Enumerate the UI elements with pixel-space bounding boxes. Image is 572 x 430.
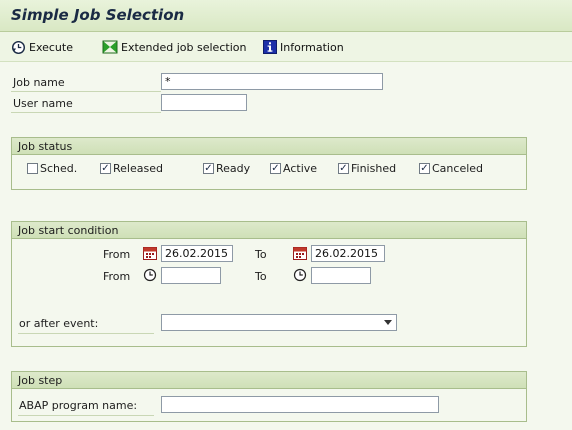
divider bbox=[11, 91, 161, 92]
calendar-icon[interactable] bbox=[293, 246, 307, 260]
title-bar: Simple Job Selection bbox=[0, 0, 572, 32]
finished-checkbox[interactable]: ✓ Finished bbox=[338, 162, 396, 175]
abap-program-name-input[interactable] bbox=[161, 396, 439, 413]
job-status-group: Job status Sched. ✓ Released ✓ Ready ✓ A… bbox=[11, 137, 527, 190]
information-label: Information bbox=[280, 40, 344, 54]
information-icon bbox=[263, 40, 277, 54]
execute-clock-icon bbox=[11, 40, 26, 54]
chevron-down-icon bbox=[384, 320, 392, 325]
canceled-checkbox[interactable]: ✓ Canceled bbox=[419, 162, 483, 175]
page-title: Simple Job Selection bbox=[11, 6, 185, 24]
extended-selection-icon bbox=[102, 40, 118, 54]
event-label: or after event: bbox=[19, 317, 99, 330]
checkmark-icon: ✓ bbox=[100, 162, 111, 174]
job-start-condition-header: Job start condition bbox=[12, 222, 526, 239]
checkbox-box bbox=[27, 163, 38, 174]
from-time-input[interactable] bbox=[161, 267, 221, 284]
job-status-header: Job status bbox=[12, 138, 526, 155]
finished-label: Finished bbox=[351, 162, 397, 175]
extended-job-selection-label: Extended job selection bbox=[121, 40, 247, 54]
checkmark-icon: ✓ bbox=[203, 162, 214, 174]
abap-program-name-label: ABAP program name: bbox=[19, 399, 138, 412]
to-time-label: To bbox=[255, 270, 267, 283]
divider bbox=[18, 415, 154, 416]
execute-label: Execute bbox=[29, 40, 73, 54]
user-name-label: User name bbox=[13, 97, 73, 110]
job-name-label: Job name bbox=[13, 76, 65, 89]
sched-checkbox[interactable]: Sched. bbox=[27, 162, 77, 175]
sched-label: Sched. bbox=[40, 162, 78, 175]
from-date-input[interactable]: 26.02.2015 bbox=[161, 245, 233, 262]
from-date-label: From bbox=[103, 248, 131, 261]
to-date-input[interactable]: 26.02.2015 bbox=[311, 245, 385, 262]
selection-screen: Job name * User name Job status Sched. ✓… bbox=[0, 62, 572, 430]
clock-icon[interactable] bbox=[143, 268, 157, 282]
calendar-icon[interactable] bbox=[143, 246, 157, 260]
application-toolbar: Execute Extended job selection Informati… bbox=[0, 32, 572, 62]
to-time-input[interactable] bbox=[311, 267, 371, 284]
information-button[interactable]: Information bbox=[263, 38, 344, 56]
clock-icon[interactable] bbox=[293, 268, 307, 282]
user-name-input[interactable] bbox=[161, 94, 247, 111]
extended-job-selection-button[interactable]: Extended job selection bbox=[102, 38, 246, 56]
released-label: Released bbox=[113, 162, 163, 175]
ready-checkbox[interactable]: ✓ Ready bbox=[203, 162, 250, 175]
active-checkbox[interactable]: ✓ Active bbox=[270, 162, 317, 175]
checkmark-icon: ✓ bbox=[419, 162, 430, 174]
divider bbox=[18, 333, 154, 334]
divider bbox=[11, 112, 161, 113]
released-checkbox[interactable]: ✓ Released bbox=[100, 162, 163, 175]
job-start-condition-group: Job start condition From 26.02.2015 To 2… bbox=[11, 221, 527, 347]
checkmark-icon: ✓ bbox=[270, 162, 281, 174]
job-step-group: Job step ABAP program name: bbox=[11, 371, 527, 422]
checkmark-icon: ✓ bbox=[338, 162, 349, 174]
event-dropdown[interactable] bbox=[161, 314, 397, 331]
active-label: Active bbox=[283, 162, 318, 175]
to-date-label: To bbox=[255, 248, 267, 261]
ready-label: Ready bbox=[216, 162, 251, 175]
from-time-label: From bbox=[103, 270, 131, 283]
job-name-input[interactable]: * bbox=[161, 73, 383, 90]
canceled-label: Canceled bbox=[432, 162, 484, 175]
execute-button[interactable]: Execute bbox=[11, 38, 73, 56]
job-step-header: Job step bbox=[12, 372, 526, 389]
